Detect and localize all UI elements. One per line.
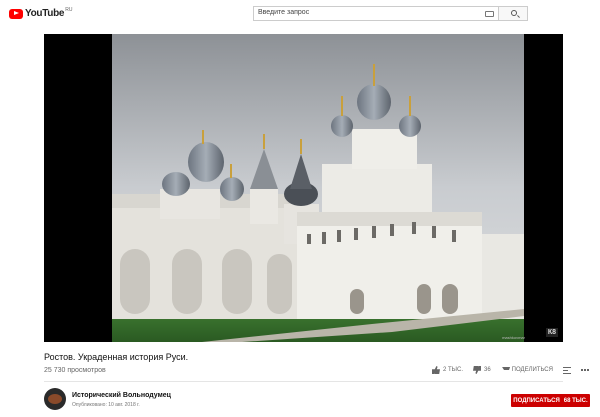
subscribe-button[interactable]: ПОДПИСАТЬСЯ 68 ТЫС. xyxy=(511,394,590,407)
youtube-logo[interactable]: YouTube RU xyxy=(9,6,73,19)
top-bar: YouTube RU Введите запрос xyxy=(0,0,600,28)
video-actions: 2 ТЫС. 36 ПОДЕЛИТЬСЯ xyxy=(432,366,589,374)
dislike-icon xyxy=(473,366,481,374)
video-player[interactable]: mashkovmar К8 xyxy=(44,34,563,342)
view-count: 25 730 просмотров xyxy=(44,367,106,374)
share-label: ПОДЕЛИТЬСЯ xyxy=(511,367,553,373)
divider xyxy=(44,381,563,382)
logo-text: YouTube xyxy=(25,8,65,19)
subscriber-count: 68 ТЫС. xyxy=(563,397,588,404)
like-count: 2 ТЫС. xyxy=(443,367,463,373)
search-button[interactable] xyxy=(498,6,528,21)
video-credit: mashkovmar xyxy=(502,335,525,340)
video-frame xyxy=(112,34,524,342)
add-to-playlist-icon xyxy=(562,366,571,374)
more-icon xyxy=(580,369,589,371)
share-icon xyxy=(499,367,510,373)
logo-country: RU xyxy=(65,6,73,13)
share-button[interactable]: ПОДЕЛИТЬСЯ xyxy=(499,367,553,373)
search-bar: Введите запрос xyxy=(253,6,528,21)
like-button[interactable]: 2 ТЫС. xyxy=(432,366,463,374)
subscribe-label: ПОДПИСАТЬСЯ xyxy=(513,397,560,404)
more-button[interactable] xyxy=(580,369,589,371)
channel-watermark[interactable]: К8 xyxy=(545,328,558,337)
channel-avatar[interactable] xyxy=(44,388,66,410)
dislike-count: 36 xyxy=(483,367,491,373)
search-input[interactable]: Введите запрос xyxy=(253,6,498,21)
youtube-logo-icon xyxy=(9,8,23,19)
like-icon xyxy=(432,366,440,374)
search-placeholder: Введите запрос xyxy=(258,9,310,16)
dislike-button[interactable]: 36 xyxy=(473,366,491,374)
search-icon xyxy=(511,10,517,16)
keyboard-icon[interactable] xyxy=(485,11,494,17)
add-to-playlist-button[interactable] xyxy=(562,366,571,374)
channel-name[interactable]: Исторический Вольнодумец xyxy=(72,392,171,399)
video-title: Ростов. Украденная история Руси. xyxy=(44,352,189,362)
publish-date: Опубликовано: 10 авг. 2018 г. xyxy=(72,402,140,408)
